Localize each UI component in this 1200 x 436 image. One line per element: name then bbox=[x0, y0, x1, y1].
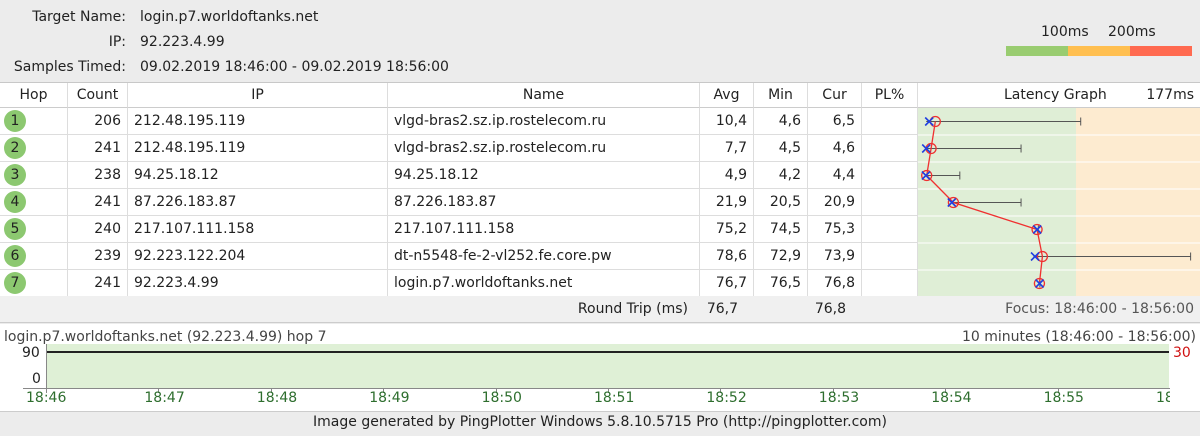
time-tick-label: 18:52 bbox=[706, 390, 747, 406]
time-tick-label: 18:48 bbox=[256, 390, 298, 406]
time-tick-label: 18:47 bbox=[144, 390, 185, 406]
time-tick-label: 18:56 bbox=[1156, 390, 1170, 406]
time-tick-label: 18:46 bbox=[26, 390, 67, 406]
time-tick-label: 18:50 bbox=[481, 390, 522, 406]
time-tick-label: 18:51 bbox=[594, 390, 635, 406]
time-tick-label: 18:54 bbox=[931, 390, 972, 406]
time-tick-label: 18:49 bbox=[369, 390, 410, 406]
timeline-right-value: 30 bbox=[1173, 345, 1191, 361]
footer-credit: Image generated by PingPlotter Windows 5… bbox=[313, 414, 887, 430]
time-tick-label: 18:55 bbox=[1043, 390, 1084, 406]
time-tick-label: 18:53 bbox=[818, 390, 860, 406]
